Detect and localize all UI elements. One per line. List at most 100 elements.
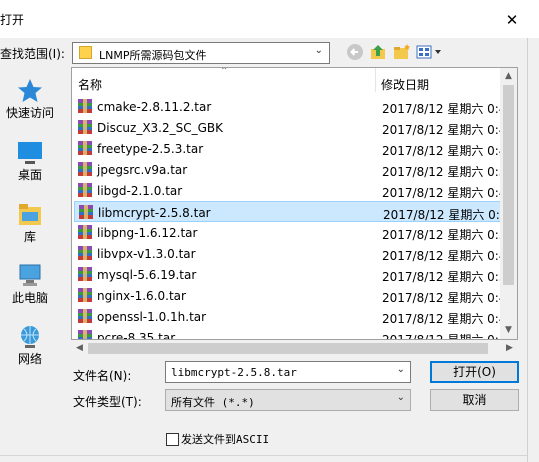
places-bar: 快速访问 桌面 库 此电脑 网络 [0, 68, 66, 388]
archive-file-icon [78, 267, 92, 281]
file-row[interactable]: libmcrypt-2.5.8.tar 2017/8/12 星期六 0:3 [74, 201, 503, 222]
file-list[interactable]: 名称 ⌃ 修改日期 cmake-2.8.11.2.tar 2017/8/12 星期… [71, 67, 518, 340]
archive-file-icon [78, 309, 92, 323]
file-row[interactable]: pcre-8.35.tar 2017/8/12 星期六 0:3 [74, 327, 502, 340]
folder-icon [79, 46, 92, 59]
file-name: nginx-1.6.0.tar [97, 289, 186, 303]
lookin-value: LNMP所需源码包文件 [99, 49, 207, 62]
lookin-label: 查找范围(I): [0, 47, 65, 61]
file-date: 2017/8/12 星期六 0:4 [382, 123, 502, 137]
archive-file-icon [78, 183, 92, 197]
file-date: 2017/8/12 星期六 0:5 [382, 270, 502, 284]
archive-file-icon [78, 162, 92, 176]
file-row[interactable]: jpegsrc.v9a.tar 2017/8/12 星期六 0:3 [74, 159, 502, 180]
horizontal-scrollbar[interactable]: ◀ ▶ [71, 340, 518, 357]
column-header-date[interactable]: 修改日期 [381, 76, 429, 93]
archive-file-icon [78, 330, 92, 339]
chevron-down-icon[interactable]: ⌄ [315, 45, 323, 56]
file-date: 2017/8/12 星期六 0:3 [383, 208, 503, 222]
file-row[interactable]: libpng-1.6.12.tar 2017/8/12 星期六 0:3 [74, 222, 502, 243]
desktop-icon [16, 140, 44, 166]
chevron-down-icon[interactable]: ⌄ [397, 392, 405, 403]
up-folder-icon[interactable] [370, 43, 386, 63]
archive-file-icon [78, 99, 92, 113]
place-desktop[interactable]: 桌面 [0, 140, 60, 183]
place-label: 网络 [17, 352, 42, 366]
view-menu-icon[interactable] [416, 43, 444, 63]
file-name: mysql-5.6.19.tar [97, 268, 197, 282]
network-icon [16, 324, 44, 350]
close-button[interactable]: ✕ [500, 8, 524, 32]
filename-label: 文件名(N): [73, 369, 132, 383]
archive-file-icon [78, 288, 92, 302]
filetype-select[interactable]: 所有文件 (*.*) ⌄ [165, 389, 411, 411]
file-row[interactable]: libgd-2.1.0.tar 2017/8/12 星期六 0:4 [74, 180, 502, 201]
place-this-pc[interactable]: 此电脑 [0, 263, 60, 306]
scroll-thumb[interactable] [88, 343, 488, 354]
place-quick-access[interactable]: 快速访问 [0, 78, 60, 121]
file-row[interactable]: freetype-2.5.3.tar 2017/8/12 星期六 0:4 [74, 138, 502, 159]
chevron-down-icon[interactable]: ⌄ [397, 364, 405, 375]
this-pc-icon [16, 263, 44, 289]
column-divider[interactable] [375, 68, 376, 92]
scroll-up-icon[interactable]: ▲ [500, 68, 517, 85]
open-button[interactable]: 打开(O) [430, 361, 519, 383]
filetype-value: 所有文件 (*.*) [171, 396, 255, 409]
place-network[interactable]: 网络 [0, 324, 60, 367]
cancel-button[interactable]: 取消 [430, 389, 519, 411]
filename-input[interactable]: libmcrypt-2.5.8.tar ⌄ [165, 361, 411, 383]
archive-file-icon [78, 225, 92, 239]
file-name: cmake-2.8.11.2.tar [97, 100, 212, 114]
file-date: 2017/8/12 星期六 0:4 [382, 186, 502, 200]
archive-file-icon [78, 141, 92, 155]
new-folder-icon[interactable] [393, 43, 411, 63]
file-name: jpegsrc.v9a.tar [97, 163, 188, 177]
quick-access-icon [16, 78, 44, 104]
file-date: 2017/8/12 星期六 0:4 [382, 291, 502, 305]
ascii-label: 发送文件到ASCII [181, 433, 270, 446]
file-name: freetype-2.5.3.tar [97, 142, 204, 156]
file-name: libpng-1.6.12.tar [97, 226, 198, 240]
file-date: 2017/8/12 星期六 0:3 [382, 333, 502, 340]
file-date: 2017/8/12 星期六 0:3 [382, 228, 502, 242]
file-row[interactable]: libvpx-v1.3.0.tar 2017/8/12 星期六 0:4 [74, 243, 502, 264]
archive-file-icon [78, 246, 92, 260]
file-row[interactable]: nginx-1.6.0.tar 2017/8/12 星期六 0:4 [74, 285, 502, 306]
file-date: 2017/8/12 星期六 0:3 [382, 165, 502, 179]
filetype-label: 文件类型(T): [73, 395, 142, 409]
file-date: 2017/8/12 星期六 0:4 [382, 312, 502, 326]
scroll-left-icon[interactable]: ◀ [71, 340, 88, 357]
file-name: libgd-2.1.0.tar [97, 184, 183, 198]
archive-file-icon [79, 205, 93, 219]
file-row[interactable]: Discuz_X3.2_SC_GBK 2017/8/12 星期六 0:4 [74, 117, 502, 138]
file-row[interactable]: cmake-2.8.11.2.tar 2017/8/12 星期六 0:4 [74, 96, 502, 117]
window-edge [527, 38, 539, 462]
sort-up-icon: ⌃ [220, 67, 229, 77]
place-library[interactable]: 库 [0, 202, 60, 245]
scroll-right-icon[interactable]: ▶ [501, 340, 518, 357]
place-label: 此电脑 [11, 291, 48, 305]
vertical-scrollbar[interactable]: ▲ ▼ [500, 68, 517, 339]
file-name: openssl-1.0.1h.tar [97, 310, 207, 324]
file-row[interactable]: openssl-1.0.1h.tar 2017/8/12 星期六 0:4 [74, 306, 502, 327]
place-label: 快速访问 [5, 106, 54, 120]
file-name: libvpx-v1.3.0.tar [97, 247, 196, 261]
divider [0, 455, 527, 456]
column-header-name[interactable]: 名称 [78, 76, 102, 93]
back-icon[interactable] [346, 43, 364, 63]
title-bar [0, 0, 539, 38]
file-row[interactable]: mysql-5.6.19.tar 2017/8/12 星期六 0:5 [74, 264, 502, 285]
window-title: 打开 [0, 13, 25, 27]
file-name: pcre-8.35.tar [97, 331, 176, 340]
file-date: 2017/8/12 星期六 0:4 [382, 249, 502, 263]
place-label: 库 [23, 230, 36, 244]
library-icon [16, 202, 44, 228]
scroll-down-icon[interactable]: ▼ [500, 322, 517, 339]
ascii-checkbox[interactable] [166, 433, 179, 446]
lookin-combo[interactable]: LNMP所需源码包文件 ⌄ [72, 42, 330, 64]
archive-file-icon [78, 120, 92, 134]
file-name: Discuz_X3.2_SC_GBK [97, 121, 224, 135]
file-name: libmcrypt-2.5.8.tar [98, 206, 211, 220]
scroll-thumb[interactable] [503, 85, 514, 285]
filename-value: libmcrypt-2.5.8.tar [171, 366, 297, 379]
